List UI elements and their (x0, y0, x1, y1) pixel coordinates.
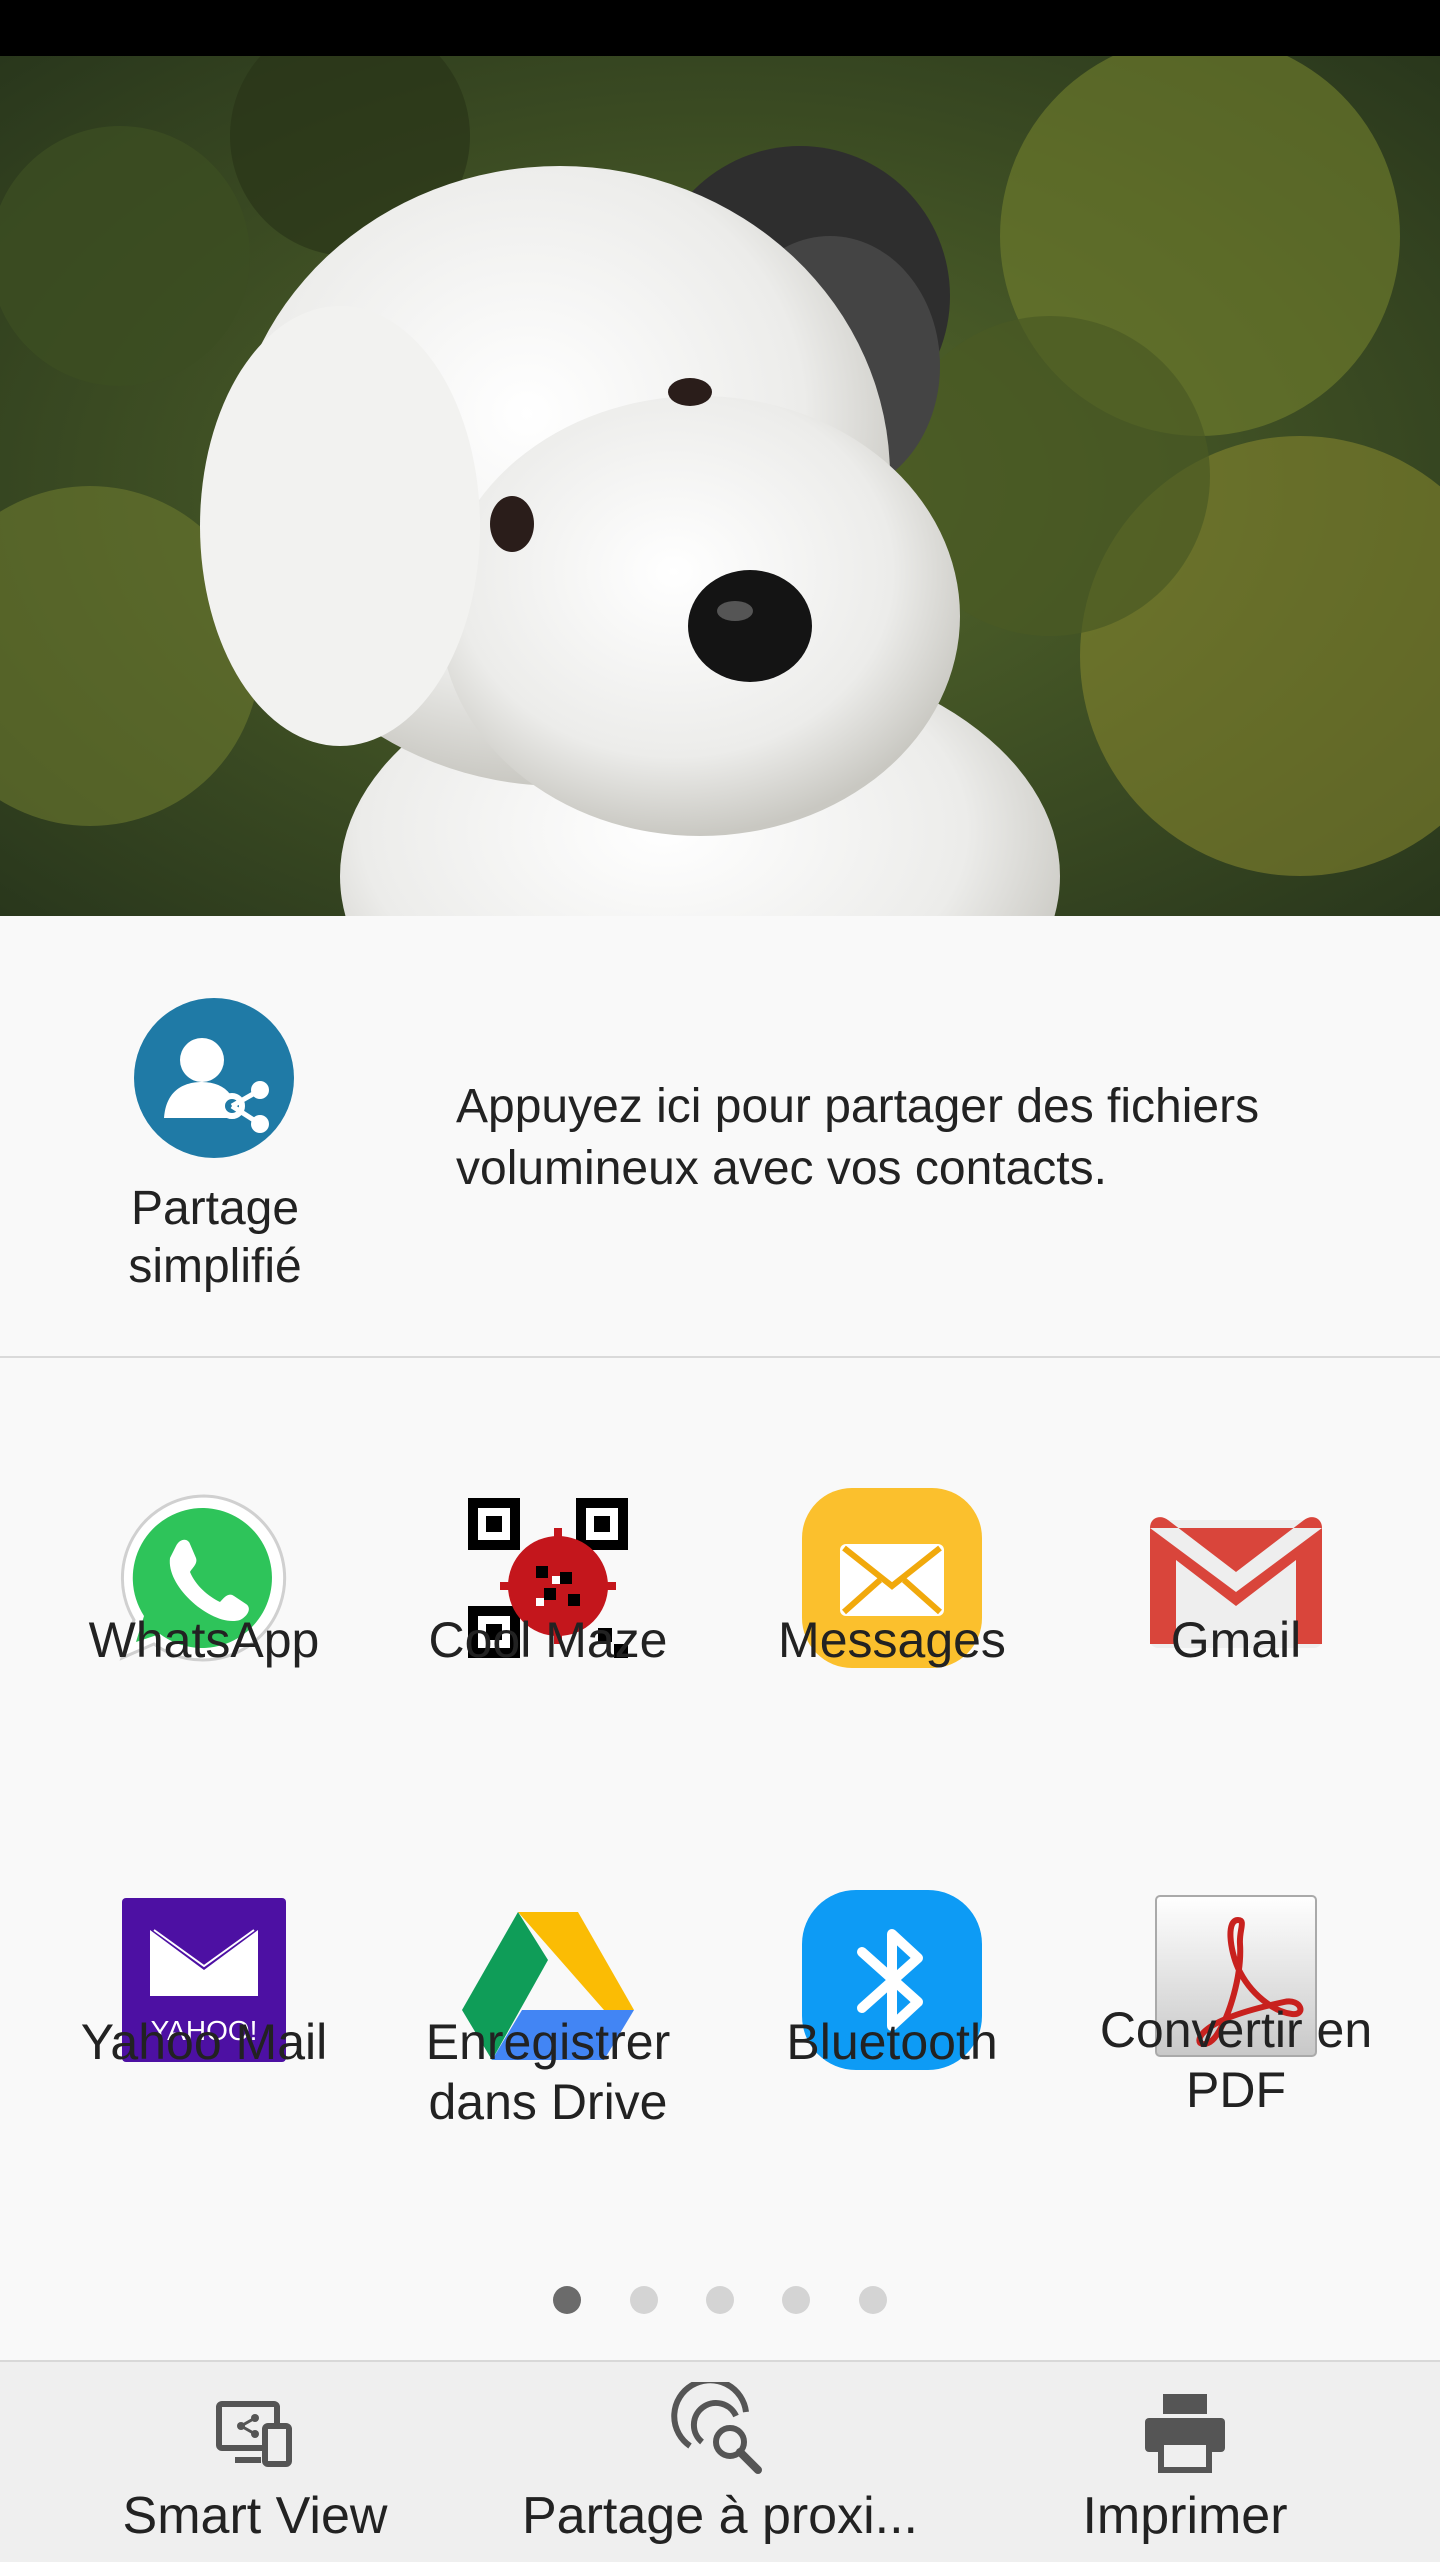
bottom-action-bar: Smart View Partage à proxi... Imprimer (0, 2360, 1440, 2562)
app-messages[interactable]: Messages (720, 1488, 1064, 1718)
smart-view-label: Smart View (122, 2487, 388, 2545)
simple-share-row[interactable]: Partage simplifié Appuyez ici pour parta… (0, 916, 1440, 1356)
smart-view-icon (205, 2382, 305, 2482)
shared-image-preview (0, 56, 1440, 916)
smart-view-button[interactable]: Smart View (110, 2362, 400, 2562)
print-button[interactable]: Imprimer (1060, 2362, 1310, 2562)
app-label: Gmail (1170, 1612, 1302, 1668)
print-label: Imprimer (1082, 2487, 1288, 2545)
printer-icon (1135, 2382, 1235, 2482)
app-label: Bluetooth (786, 2014, 998, 2070)
app-label: Enregistrer dans Drive (425, 2014, 671, 2130)
simple-share-label: Partage simplifié (128, 1182, 302, 1293)
app-convert-pdf[interactable]: Convertir en PDF (1064, 1890, 1408, 2150)
app-cool-maze[interactable]: Cool Maze (376, 1488, 720, 1718)
nearby-share-icon (670, 2377, 770, 2482)
app-whatsapp[interactable]: WhatsApp (32, 1488, 376, 1718)
share-sheet: Partage simplifié Appuyez ici pour parta… (0, 916, 1440, 2562)
app-label: Convertir en PDF (1099, 2002, 1373, 2118)
page-dot[interactable] (630, 2286, 658, 2314)
simple-share-icon[interactable] (134, 998, 294, 1158)
app-label: WhatsApp (88, 1612, 320, 1668)
app-drive[interactable]: Enregistrer dans Drive (376, 1890, 720, 2150)
page-dot[interactable] (782, 2286, 810, 2314)
app-bluetooth[interactable]: Bluetooth (720, 1890, 1064, 2150)
divider (0, 1356, 1440, 1358)
page-dot[interactable] (706, 2286, 734, 2314)
page-dot[interactable] (859, 2286, 887, 2314)
page-indicator (0, 2286, 1440, 2326)
page-dot[interactable] (553, 2286, 581, 2314)
app-gmail[interactable]: Gmail (1064, 1488, 1408, 1718)
app-yahoo-mail[interactable]: YAHOO! Yahoo Mail (32, 1890, 376, 2150)
app-label: Messages (778, 1612, 1006, 1668)
app-label: Yahoo Mail (80, 2014, 328, 2070)
nearby-share-label: Partage à proxi... (522, 2487, 918, 2545)
status-bar (0, 0, 1440, 56)
app-label: Cool Maze (428, 1612, 668, 1668)
nearby-share-button[interactable]: Partage à proxi... (520, 2362, 920, 2562)
simple-share-description: Appuyez ici pour partager des fichiers v… (456, 1080, 1260, 1195)
